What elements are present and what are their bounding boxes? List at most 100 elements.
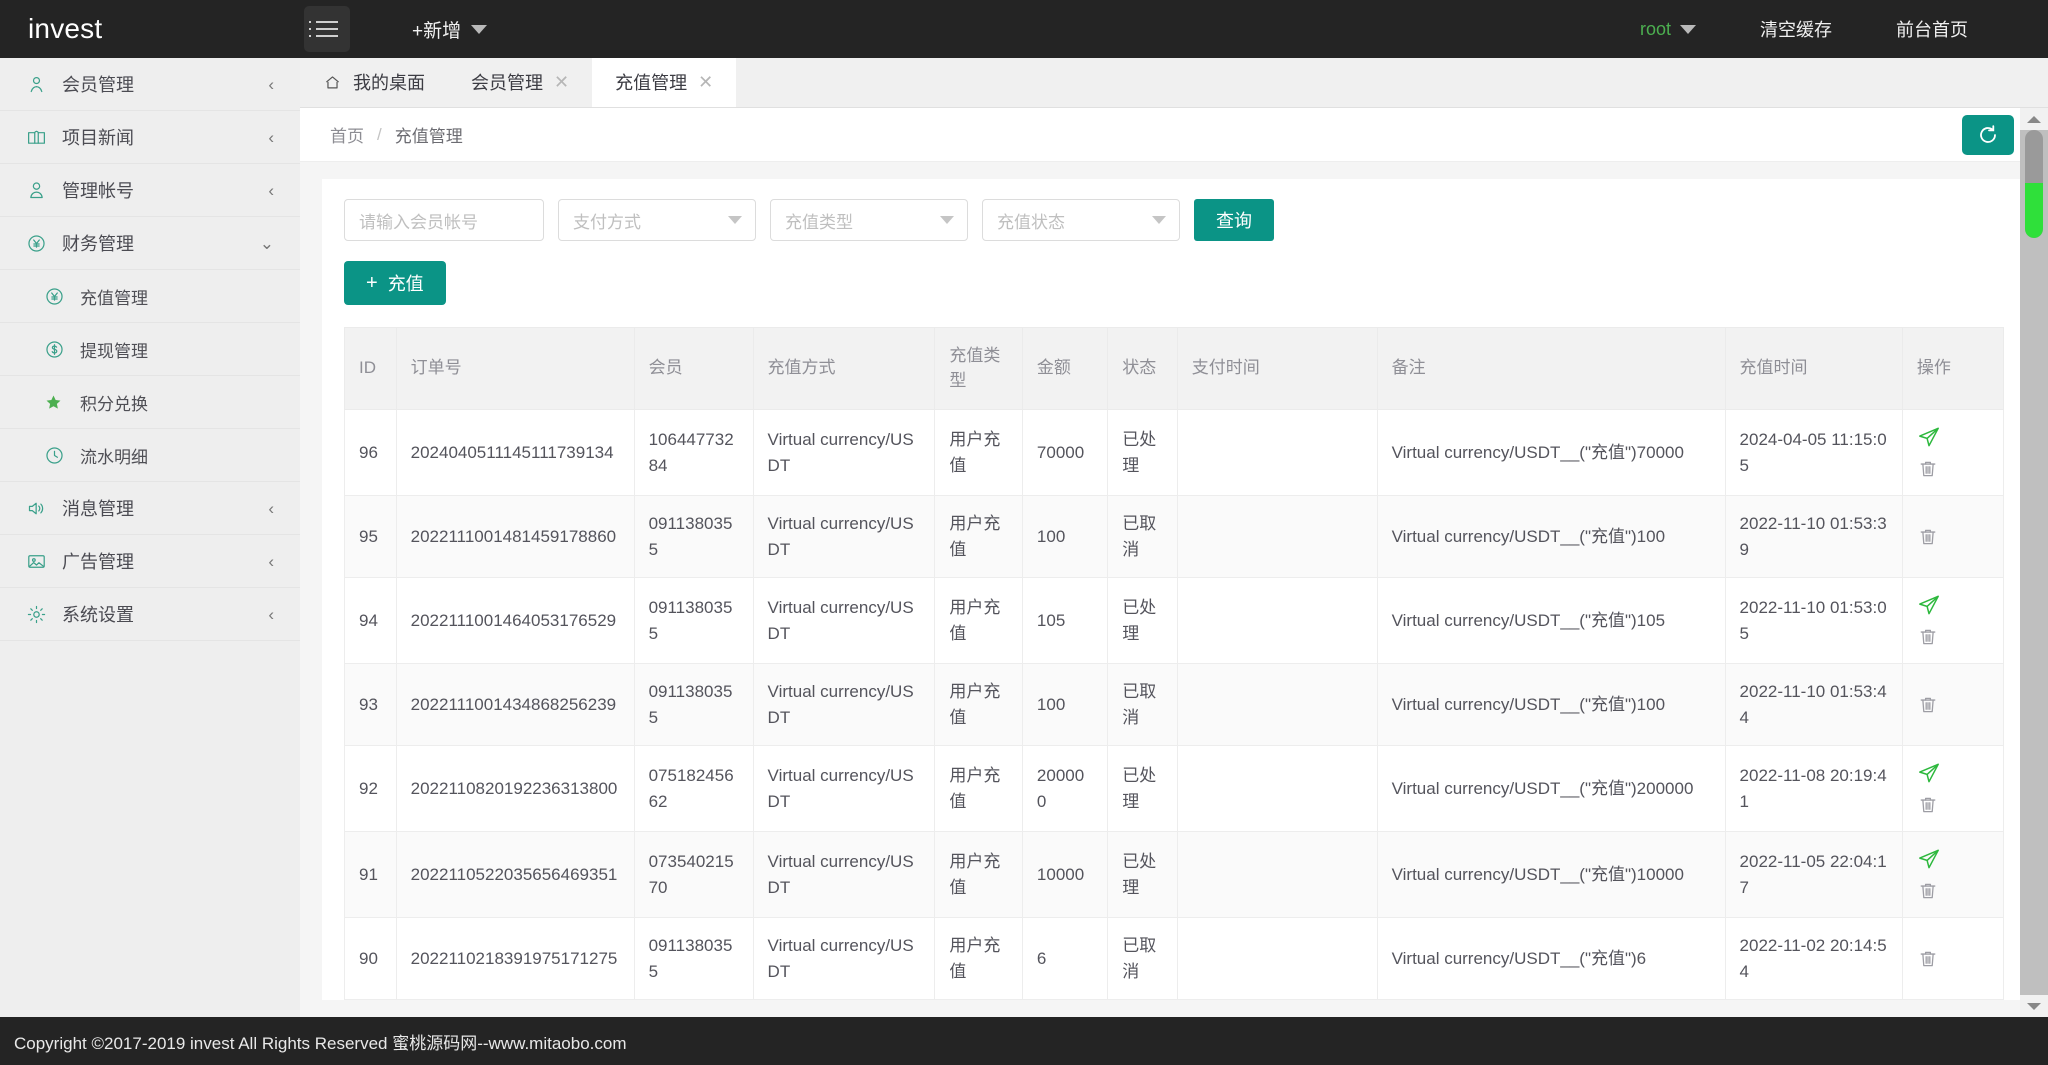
cell-order-no: 2022111001434868256239 bbox=[396, 664, 634, 746]
cell-method: Virtual currency/USDT bbox=[753, 664, 935, 746]
sidebar-item-label: 管理帐号 bbox=[62, 177, 134, 203]
plus-icon: + bbox=[366, 272, 378, 295]
trash-icon[interactable] bbox=[1917, 948, 1939, 970]
cell-recharge-time: 2022-11-02 20:14:54 bbox=[1725, 918, 1902, 1000]
cell-operations bbox=[1902, 410, 2003, 496]
sidebar-item-label: 提现管理 bbox=[80, 337, 148, 362]
copyright-text: Copyright ©2017-2019 invest All Rights R… bbox=[14, 1029, 626, 1054]
cell-pay-time bbox=[1177, 664, 1377, 746]
cell-method: Virtual currency/USDT bbox=[753, 918, 935, 1000]
row-actions bbox=[1917, 694, 1989, 716]
cell-id: 95 bbox=[345, 496, 397, 578]
clear-cache-button[interactable]: 清空缓存 bbox=[1728, 0, 1864, 58]
cell-operations bbox=[1902, 832, 2003, 918]
filter-bar: 请输入会员帐号 支付方式 充值类型 充值状态 查询 bbox=[322, 179, 2026, 241]
send-icon[interactable] bbox=[1917, 761, 1941, 785]
column-header-1: 订单号 bbox=[396, 328, 634, 410]
member-account-placeholder: 请输入会员帐号 bbox=[359, 208, 478, 233]
table-row: 9020221102183919751712750911380355Virtua… bbox=[345, 918, 2004, 1000]
sidebar-item-10[interactable]: 系统设置‹ bbox=[0, 588, 300, 641]
sidebar-item-label: 系统设置 bbox=[62, 601, 134, 627]
cell-operations bbox=[1902, 746, 2003, 832]
cell-operations bbox=[1902, 664, 2003, 746]
tab-0[interactable]: 我的桌面 bbox=[300, 57, 448, 107]
dollar-circle-icon bbox=[44, 338, 74, 360]
cell-amount: 105 bbox=[1022, 578, 1107, 664]
sidebar-item-1[interactable]: 项目新闻‹ bbox=[0, 111, 300, 164]
scroll-up-arrow[interactable] bbox=[2020, 108, 2048, 130]
send-icon[interactable] bbox=[1917, 847, 1941, 871]
tab-2[interactable]: 充值管理✕ bbox=[592, 57, 736, 107]
send-icon[interactable] bbox=[1917, 593, 1941, 617]
star-icon bbox=[44, 393, 63, 412]
add-recharge-button[interactable]: + 充值 bbox=[344, 261, 446, 305]
cell-pay-time bbox=[1177, 496, 1377, 578]
sidebar-item-2[interactable]: 管理帐号‹ bbox=[0, 164, 300, 217]
tab-close-icon[interactable]: ✕ bbox=[698, 73, 713, 91]
recharge-status-select[interactable]: 充值状态 bbox=[982, 199, 1180, 241]
member-account-input[interactable]: 请输入会员帐号 bbox=[344, 199, 544, 241]
pay-method-select[interactable]: 支付方式 bbox=[558, 199, 756, 241]
cell-member: 10644773284 bbox=[634, 410, 753, 496]
scrollbar-track[interactable] bbox=[2020, 130, 2048, 995]
sidebar-item-3[interactable]: 财务管理⌄ bbox=[0, 217, 300, 270]
sidebar-toggle-button[interactable] bbox=[304, 6, 350, 52]
vertical-scrollbar[interactable] bbox=[2020, 108, 2048, 1017]
sidebar-item-6[interactable]: 积分兑换 bbox=[0, 376, 300, 429]
row-actions bbox=[1917, 847, 1989, 902]
send-icon[interactable] bbox=[1917, 425, 1941, 449]
tab-1[interactable]: 会员管理 ✕ bbox=[448, 57, 592, 107]
cell-member: 07518245662 bbox=[634, 746, 753, 832]
sidebar-item-4[interactable]: 充值管理 bbox=[0, 270, 300, 323]
yen-circle-icon bbox=[44, 286, 65, 307]
main-content: 首页 / 充值管理 请输入会员帐号 支付方式 充值类型 充值状态 bbox=[300, 108, 2048, 1017]
recharge-type-value: 充值类型 bbox=[785, 208, 853, 233]
column-header-7: 支付时间 bbox=[1177, 328, 1377, 410]
cell-order-no: 2024040511145111739134 bbox=[396, 410, 634, 496]
tab-label: 会员管理 bbox=[471, 69, 543, 95]
sidebar-item-label: 充值管理 bbox=[80, 284, 148, 309]
scrollbar-thumb[interactable] bbox=[2025, 130, 2043, 238]
trash-icon[interactable] bbox=[1917, 458, 1939, 480]
tab-close-icon[interactable]: ✕ bbox=[554, 73, 569, 91]
refresh-button[interactable] bbox=[1962, 115, 2014, 155]
breadcrumb-root[interactable]: 首页 bbox=[330, 122, 364, 147]
chevron-down-icon bbox=[471, 25, 487, 34]
cell-recharge-time: 2022-11-10 01:53:39 bbox=[1725, 496, 1902, 578]
sidebar-item-8[interactable]: 消息管理‹ bbox=[0, 482, 300, 535]
trash-icon[interactable] bbox=[1917, 626, 1939, 648]
trash-icon[interactable] bbox=[1917, 794, 1939, 816]
cell-status: 已处理 bbox=[1108, 832, 1178, 918]
sidebar-item-5[interactable]: 提现管理 bbox=[0, 323, 300, 376]
sidebar-item-label: 项目新闻 bbox=[62, 124, 134, 150]
cell-operations bbox=[1902, 918, 2003, 1000]
add-new-label: +新增 bbox=[412, 16, 461, 43]
trash-icon[interactable] bbox=[1917, 880, 1939, 902]
sidebar-item-7[interactable]: 流水明细 bbox=[0, 429, 300, 482]
triangle-down-icon bbox=[2027, 1003, 2041, 1010]
add-new-menu[interactable]: +新增 bbox=[412, 16, 487, 43]
row-actions bbox=[1917, 593, 1989, 648]
speaker-icon bbox=[26, 498, 47, 519]
cell-type: 用户充值 bbox=[935, 746, 1023, 832]
scroll-down-arrow[interactable] bbox=[2020, 995, 2048, 1017]
sidebar-item-9[interactable]: 广告管理‹ bbox=[0, 535, 300, 588]
user-menu[interactable]: root bbox=[1608, 0, 1728, 58]
cell-id: 92 bbox=[345, 746, 397, 832]
query-button[interactable]: 查询 bbox=[1194, 199, 1274, 241]
trash-icon[interactable] bbox=[1917, 526, 1939, 548]
chevron-down-icon bbox=[1680, 25, 1696, 34]
cell-status: 已取消 bbox=[1108, 918, 1178, 1000]
cell-id: 94 bbox=[345, 578, 397, 664]
gear-icon bbox=[26, 603, 56, 625]
cell-recharge-time: 2024-04-05 11:15:05 bbox=[1725, 410, 1902, 496]
table-header-row: ID订单号会员充值方式充值类型金额状态支付时间备注充值时间操作 bbox=[345, 328, 2004, 410]
cell-amount: 70000 bbox=[1022, 410, 1107, 496]
front-page-link[interactable]: 前台首页 bbox=[1864, 0, 2000, 58]
trash-icon[interactable] bbox=[1917, 694, 1939, 716]
sidebar-item-0[interactable]: 会员管理‹ bbox=[0, 58, 300, 111]
top-header-bar: invest +新增 root 清空缓存 前台首页 bbox=[0, 0, 2048, 58]
recharge-type-select[interactable]: 充值类型 bbox=[770, 199, 968, 241]
action-bar: + 充值 bbox=[322, 241, 2026, 327]
column-header-3: 充值方式 bbox=[753, 328, 935, 410]
